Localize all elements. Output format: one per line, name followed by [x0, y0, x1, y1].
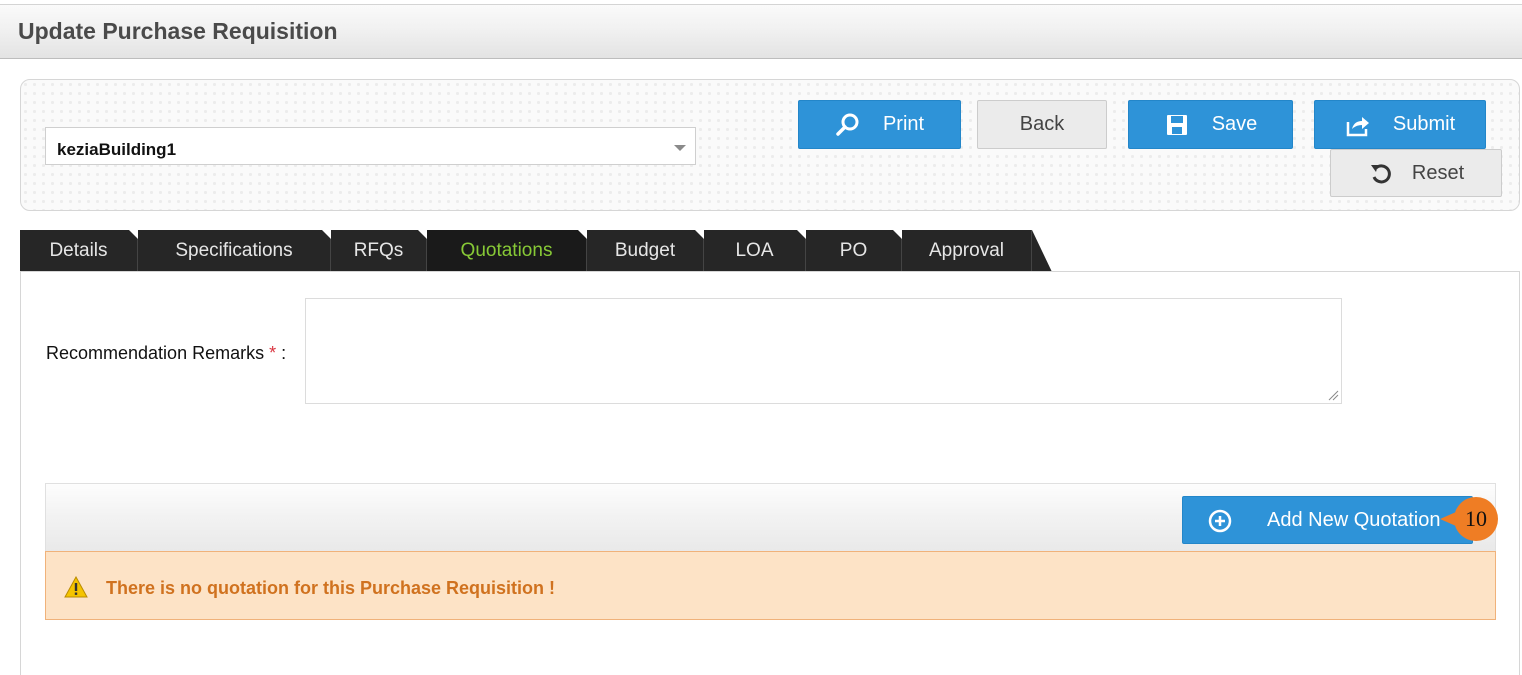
tab-quotations[interactable]: Quotations: [427, 230, 587, 272]
save-label: Save: [1211, 113, 1258, 135]
tab-po[interactable]: PO: [806, 230, 902, 272]
remarks-label: Recommendation Remarks * :: [46, 343, 286, 364]
print-label: Print: [882, 113, 925, 135]
submit-label: Submit: [1392, 113, 1456, 135]
tab-approval[interactable]: Approval: [902, 230, 1032, 272]
recommendation-remarks-input[interactable]: [305, 298, 1342, 404]
search-icon: [835, 112, 861, 138]
tab-specifications[interactable]: Specifications: [138, 230, 331, 272]
tab-loa[interactable]: LOA: [704, 230, 806, 272]
submit-button[interactable]: Submit: [1314, 100, 1486, 149]
tab-budget[interactable]: Budget: [587, 230, 704, 272]
tab-label: Specifications: [175, 240, 293, 261]
tab-label: Budget: [614, 240, 676, 261]
warning-icon: [64, 576, 88, 598]
save-button[interactable]: Save: [1128, 100, 1293, 149]
tab-label: Quotations: [460, 240, 553, 261]
tab-bar: Details Specifications RFQs Quotations B…: [20, 230, 1120, 272]
back-button[interactable]: Back: [977, 100, 1107, 149]
step-annotation-badge: 10: [1454, 497, 1498, 541]
back-label: Back: [1019, 113, 1065, 135]
page-header: Update Purchase Requisition: [0, 4, 1522, 59]
no-quotation-message: There is no quotation for this Purchase …: [106, 578, 556, 598]
tab-label: Details: [49, 240, 108, 261]
remarks-label-text: Recommendation Remarks: [46, 343, 265, 363]
tab-bar-end: [1032, 230, 1052, 272]
share-icon: [1345, 112, 1371, 138]
no-quotation-alert: There is no quotation for this Purchase …: [45, 551, 1496, 620]
reset-label: Reset: [1411, 161, 1465, 184]
tab-label: Approval: [929, 240, 1004, 261]
floppy-disk-icon: [1164, 112, 1190, 138]
reset-button[interactable]: Reset: [1330, 149, 1502, 197]
required-mark: *: [269, 343, 277, 363]
undo-icon: [1368, 160, 1394, 186]
add-new-quotation-button[interactable]: Add New Quotation: [1182, 496, 1473, 544]
resize-grip-icon[interactable]: [1327, 389, 1339, 401]
building-select-value: keziaBuilding1: [57, 140, 177, 159]
add-new-quotation-label: Add New Quotation: [1267, 509, 1441, 531]
page-title: Update Purchase Requisition: [18, 18, 338, 44]
label-suffix: :: [281, 343, 287, 363]
tab-label: RFQs: [353, 240, 404, 261]
print-button[interactable]: Print: [798, 100, 961, 149]
building-select[interactable]: keziaBuilding1: [45, 127, 696, 165]
tab-label: PO: [839, 240, 868, 261]
tab-rfqs[interactable]: RFQs: [331, 230, 427, 272]
tab-label: LOA: [735, 240, 774, 261]
tab-details[interactable]: Details: [20, 230, 138, 272]
plus-circle-icon: [1207, 508, 1233, 534]
chevron-down-icon: [674, 145, 686, 151]
